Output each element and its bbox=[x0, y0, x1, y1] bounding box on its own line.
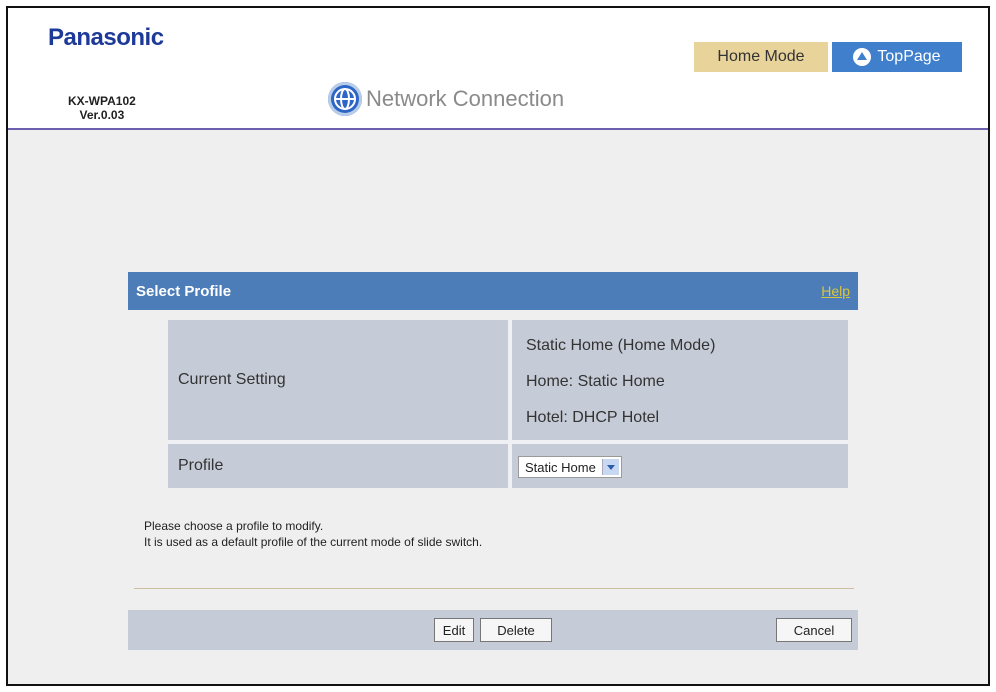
cancel-button[interactable]: Cancel bbox=[776, 618, 852, 642]
globe-icon bbox=[328, 82, 362, 116]
up-arrow-icon bbox=[853, 48, 872, 66]
page-title: Network Connection bbox=[366, 86, 565, 111]
current-setting-row: Current Setting Static Home (Home Mode) … bbox=[168, 320, 848, 440]
current-setting-line-2: Home: Static Home bbox=[526, 373, 665, 390]
current-setting-values: Static Home (Home Mode) Home: Static Hom… bbox=[512, 320, 848, 440]
panel-title: Select Profile bbox=[136, 282, 232, 300]
app-frame: Panasonic KX-WPA102 Ver.0.03 Network Con… bbox=[6, 6, 990, 686]
panel-header: Select Profile Help bbox=[128, 272, 858, 310]
delete-button-label: Delete bbox=[497, 622, 535, 638]
delete-button[interactable]: Delete bbox=[480, 618, 552, 642]
instruction-line-1: Please choose a profile to modify. bbox=[144, 519, 324, 533]
brand-logo: Panasonic bbox=[48, 24, 164, 51]
current-setting-line-3: Hotel: DHCP Hotel bbox=[526, 409, 660, 426]
instruction-line-2: It is used as a default profile of the c… bbox=[144, 535, 483, 549]
home-mode-button[interactable]: Home Mode bbox=[694, 42, 828, 72]
firmware-version: Ver.0.03 bbox=[79, 108, 125, 122]
device-info: KX-WPA102 Ver.0.03 bbox=[68, 94, 136, 122]
profile-label: Profile bbox=[178, 457, 224, 474]
profile-selected-text: Static Home bbox=[525, 459, 596, 475]
button-bar: Edit Delete Cancel bbox=[128, 610, 858, 650]
header: Panasonic KX-WPA102 Ver.0.03 Network Con… bbox=[8, 8, 988, 130]
top-page-label: TopPage bbox=[877, 48, 941, 65]
help-link[interactable]: Help bbox=[821, 283, 850, 299]
instructions: Please choose a profile to modify. It is… bbox=[144, 518, 482, 550]
profile-value: Static Home bbox=[512, 444, 848, 488]
cancel-button-label: Cancel bbox=[793, 622, 835, 638]
top-page-button[interactable]: TopPage bbox=[832, 42, 962, 72]
page-heading: Network Connection bbox=[328, 82, 564, 116]
home-mode-label: Home Mode bbox=[717, 48, 805, 65]
profile-select[interactable]: Static Home bbox=[518, 456, 622, 478]
current-setting-label: Current Setting bbox=[178, 371, 286, 388]
edit-button-label: Edit bbox=[442, 622, 466, 638]
model-name: KX-WPA102 bbox=[68, 94, 136, 108]
edit-button[interactable]: Edit bbox=[434, 618, 474, 642]
chevron-down-icon[interactable] bbox=[601, 459, 619, 475]
footer-divider bbox=[134, 588, 854, 589]
profile-row: Profile Static Home bbox=[168, 444, 848, 488]
current-setting-line-1: Static Home (Home Mode) bbox=[526, 337, 716, 354]
